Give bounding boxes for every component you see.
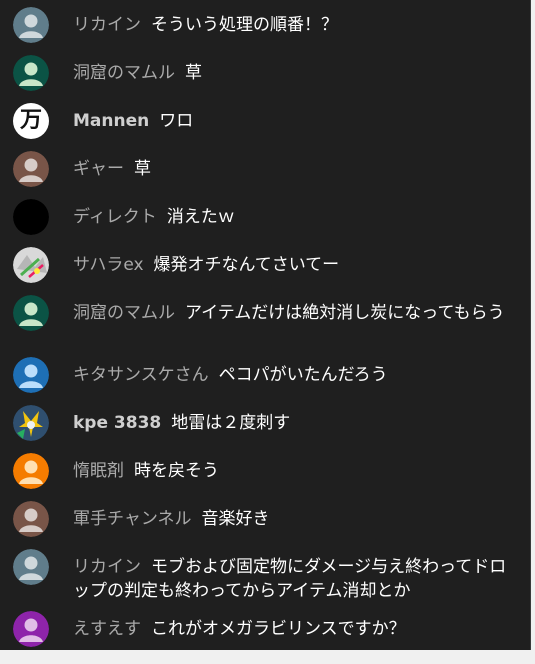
chat-message: 惰眠剤 時を戻そう: [0, 453, 530, 489]
avatar[interactable]: [13, 55, 49, 91]
user-avatar-icon: [13, 549, 49, 585]
user-avatar-image: [13, 405, 49, 441]
user-avatar-icon: [13, 501, 49, 537]
author-name[interactable]: 洞窟のマムル: [73, 303, 175, 323]
message-text: アイテムだけは絶対消し炭になってもらう: [185, 303, 505, 323]
message-text: 爆発オチなんてさいてー: [153, 255, 340, 275]
author-name[interactable]: リカイン: [73, 557, 141, 577]
author-name[interactable]: 洞窟のマムル: [73, 63, 175, 83]
chat-message: ディレクト 消えたｗ: [0, 199, 530, 235]
avatar[interactable]: [13, 7, 49, 43]
avatar[interactable]: [13, 549, 49, 585]
author-name[interactable]: Mannen: [73, 111, 149, 131]
author-name[interactable]: 惰眠剤: [73, 461, 124, 481]
avatar[interactable]: [13, 247, 49, 283]
chat-message: えすえす これがオメガラビリンスですか？: [0, 611, 530, 647]
author-name[interactable]: ギャー: [73, 159, 124, 179]
message-text: これがオメガラビリンスですか？: [151, 619, 406, 639]
message-text: 消えたｗ: [166, 207, 235, 227]
avatar[interactable]: [13, 151, 49, 187]
user-avatar-icon: [13, 357, 49, 393]
message-text: 草: [185, 63, 202, 83]
chat-message: リカイン そういう処理の順番！？: [0, 7, 530, 43]
user-avatar-icon: [13, 55, 49, 91]
avatar[interactable]: [13, 295, 49, 331]
chat-message: 洞窟のマムル草: [0, 55, 530, 91]
avatar[interactable]: [13, 405, 49, 441]
bottom-strip: [0, 650, 535, 664]
live-chat-panel: リカイン そういう処理の順番！？ 洞窟のマムル草 万 Mannen ワロ ギャー…: [0, 0, 531, 650]
chat-message: 万 Mannen ワロ: [0, 103, 530, 139]
author-name[interactable]: 軍手チャンネル: [73, 509, 192, 529]
chat-message: リカイン モブおよび固定物にダメージ与え終わってドロップの判定も終わってからアイテ…: [0, 549, 530, 601]
message-text: 地雷は２度刺す: [171, 413, 291, 433]
author-name[interactable]: ディレクト: [73, 207, 157, 227]
user-avatar-icon: [13, 611, 49, 647]
user-avatar-icon: [13, 151, 49, 187]
chat-message: 軍手チャンネル 音楽好き: [0, 501, 530, 537]
message-text: そういう処理の順番！？: [151, 15, 338, 35]
chat-message: 洞窟のマムル アイテムだけは絶対消し炭になってもらう: [0, 295, 530, 343]
user-avatar-icon: [13, 199, 49, 235]
user-avatar-icon: [13, 7, 49, 43]
author-name[interactable]: えすえす: [73, 619, 141, 639]
message-text: ワロ: [159, 111, 194, 131]
message-text: 時を戻そう: [134, 461, 219, 481]
avatar[interactable]: [13, 453, 49, 489]
avatar[interactable]: [13, 611, 49, 647]
user-avatar-image: [13, 247, 49, 283]
author-name[interactable]: サハラex: [73, 255, 144, 275]
chat-message: kpe 3838 地雷は２度刺す: [0, 405, 530, 441]
author-name[interactable]: kpe 3838: [73, 413, 161, 433]
avatar[interactable]: [13, 501, 49, 537]
message-text: 音楽好き: [201, 509, 270, 529]
author-name[interactable]: キタサンスケさん: [73, 365, 209, 385]
message-text: ペコパがいたんだろう: [218, 365, 388, 385]
chat-message: ギャー草: [0, 151, 530, 187]
user-avatar-icon: [13, 453, 49, 489]
avatar[interactable]: [13, 199, 49, 235]
avatar-glyph: 万: [19, 108, 42, 133]
chat-message: キタサンスケさん ペコパがいたんだろう: [0, 357, 530, 393]
user-avatar-icon: [13, 295, 49, 331]
avatar[interactable]: [13, 357, 49, 393]
avatar[interactable]: 万: [13, 103, 49, 139]
author-name[interactable]: リカイン: [73, 15, 141, 35]
chat-message: サハラex 爆発オチなんてさいてー: [0, 247, 530, 283]
message-text: 草: [134, 159, 151, 179]
